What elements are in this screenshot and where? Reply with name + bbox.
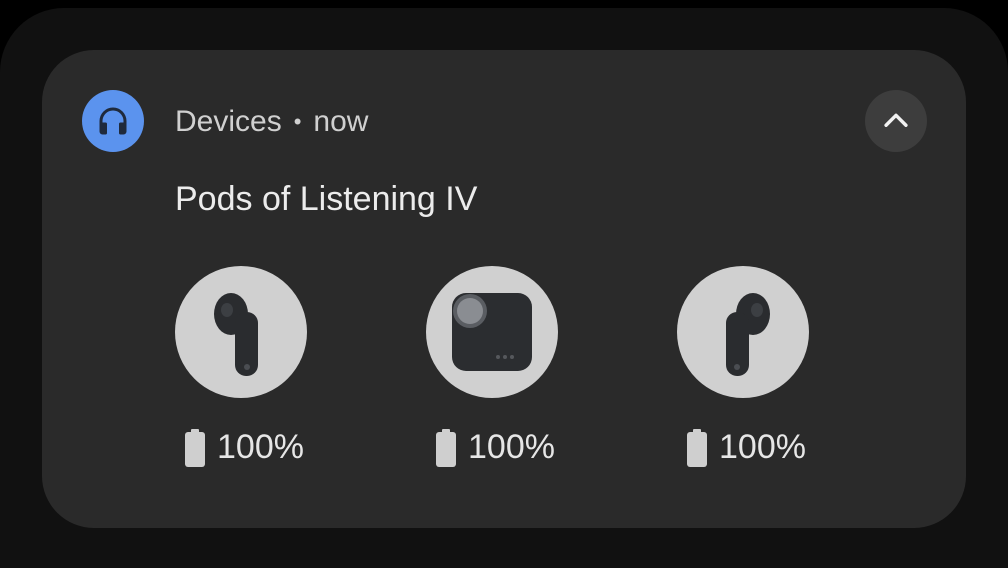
app-name: Devices	[175, 105, 282, 138]
header-separator: •	[293, 109, 302, 134]
right-earbud-battery: 100%	[687, 428, 806, 467]
right-earbud-item[interactable]: 100%	[677, 266, 809, 467]
notification-header: Devices • now	[175, 102, 368, 142]
battery-percentage: 100%	[719, 428, 806, 466]
left-earbud-battery: 100%	[185, 428, 304, 467]
battery-icon	[436, 428, 456, 467]
right-earbud-image	[677, 266, 809, 398]
left-earbud-item[interactable]: 100%	[175, 266, 307, 467]
headphones-icon	[82, 90, 144, 152]
chevron-up-icon	[884, 113, 908, 127]
battery-icon	[687, 428, 707, 467]
charging-case-item[interactable]: 100%	[426, 266, 558, 467]
battery-percentage: 100%	[468, 428, 555, 466]
charging-case-image	[426, 266, 558, 398]
notification-time: now	[313, 105, 369, 138]
charging-case-battery: 100%	[436, 428, 555, 467]
devices-notification-card[interactable]: Devices • now Pods of Listening IV 100%	[42, 50, 966, 528]
collapse-button[interactable]	[865, 90, 927, 152]
device-title: Pods of Listening IV	[175, 180, 478, 218]
left-earbud-image	[175, 266, 307, 398]
battery-percentage: 100%	[217, 428, 304, 466]
battery-icon	[185, 428, 205, 467]
